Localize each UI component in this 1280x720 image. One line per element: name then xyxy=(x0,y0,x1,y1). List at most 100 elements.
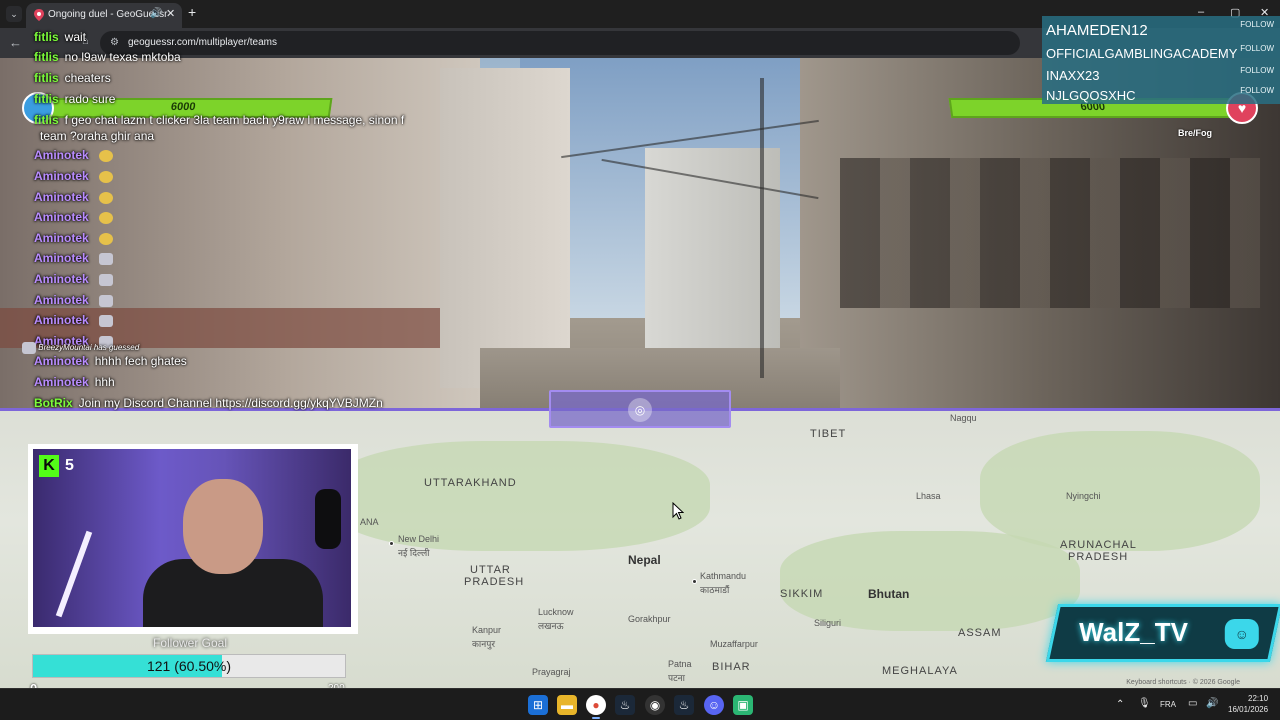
emote-icon xyxy=(98,232,113,245)
follow-username: AHAMEDEN12 xyxy=(1046,22,1148,39)
chat-username[interactable]: Aminotek xyxy=(34,375,89,389)
follower-goal-bar: 121 (60.50%) xyxy=(32,654,346,678)
back-arrow-icon[interactable]: ← xyxy=(9,35,22,50)
tab-search-button[interactable]: ⌄ xyxy=(6,6,22,22)
chat-username[interactable]: Aminotek xyxy=(34,148,89,162)
map-label-kanpur: Kanpur xyxy=(472,625,502,635)
chat-username[interactable]: fitlis xyxy=(34,30,59,44)
file-explorer-icon[interactable]: ▬ xyxy=(557,695,577,715)
map-label-uttarakhand: UTTARAKHAND xyxy=(424,477,517,489)
site-info-icon[interactable]: ⚙ xyxy=(110,37,119,48)
geoguessr-favicon-icon xyxy=(34,9,44,21)
follow-button[interactable]: FOLLOW xyxy=(1240,20,1274,29)
left-building-far xyxy=(440,68,570,388)
chat-username[interactable]: Aminotek xyxy=(34,313,89,327)
microphone-icon[interactable]: 🎙 xyxy=(1138,698,1151,709)
map-label-kanpur-hi: कानपुर xyxy=(472,639,496,649)
chat-username[interactable]: fitlis xyxy=(34,113,59,127)
kick-logo-icon: K xyxy=(39,455,59,477)
follow-username: INAXX23 xyxy=(1046,68,1100,83)
follow-button[interactable]: FOLLOW xyxy=(1240,44,1274,53)
map-city-dot xyxy=(692,579,697,584)
steam-icon[interactable]: ♨ xyxy=(615,695,635,715)
chat-username[interactable]: Aminotek xyxy=(34,210,89,224)
chat-message: Aminotek xyxy=(34,313,113,327)
windows-start-icon[interactable]: ⊞ xyxy=(528,695,548,715)
obs-icon[interactable]: ◉ xyxy=(645,695,665,715)
follow-item: INAXX23 FOLLOW xyxy=(1046,66,1276,86)
steam-alt-icon[interactable]: ♨ xyxy=(674,695,694,715)
map-city-dot xyxy=(389,541,394,546)
chat-message: Aminotek xyxy=(34,251,113,265)
follower-goal-text: 121 (60.50%) xyxy=(146,658,232,674)
avatar xyxy=(22,342,36,354)
chrome-icon[interactable]: ● xyxy=(586,695,606,715)
chat-username[interactable]: Aminotek xyxy=(34,293,89,307)
map-label-kathmandu: Kathmandu xyxy=(700,571,747,581)
close-icon[interactable]: ✕ xyxy=(166,7,175,20)
brand-banner: WalZ_TV ☺ xyxy=(1045,604,1280,662)
chat-username[interactable]: Aminotek xyxy=(34,272,89,286)
chat-username[interactable]: fitlis xyxy=(34,92,59,106)
chat-message: Aminotek hhhh fech ghates xyxy=(34,354,187,368)
chevron-up-icon[interactable]: ⌃ xyxy=(1116,699,1124,710)
chat-username[interactable]: Aminotek xyxy=(34,231,89,245)
chat-message: fitlis no l9aw texas mktoba xyxy=(34,50,181,64)
mouse-cursor-icon xyxy=(672,502,684,520)
map-terrain xyxy=(330,441,710,551)
compass-icon: ◎ xyxy=(628,398,652,422)
map-label-arunachal: ARUNACHAL xyxy=(1060,539,1137,551)
chat-message: Aminotek xyxy=(34,190,113,204)
chat-message: fitlis rado sure xyxy=(34,92,115,106)
microphone xyxy=(315,489,341,549)
follow-item: AHAMEDEN12 FOLLOW xyxy=(1046,20,1276,40)
language-indicator[interactable]: FRA xyxy=(1160,700,1176,709)
chat-text: wait xyxy=(64,30,87,44)
screen: ⌄ Ongoing duel - GeoGuessr 🔊 ✕ + – ▢ ✕ ←… xyxy=(0,0,1280,720)
map-label-muzaffarpur: Muzaffarpur xyxy=(710,639,758,649)
address-bar[interactable]: ⚙ geoguessr.com/multiplayer/teams xyxy=(100,31,1020,55)
follow-item: OFFICIALGAMBLINGACADEMY FOLLOW xyxy=(1046,44,1276,64)
right-team-name: Bre/Fog xyxy=(1178,128,1213,138)
chat-text: cheaters xyxy=(64,71,111,85)
map-label-gorakhpur: Gorakhpur xyxy=(628,614,671,624)
follow-username: OFFICIALGAMBLINGACADEMY xyxy=(1046,46,1238,61)
browser-tab-geoguessr[interactable]: Ongoing duel - GeoGuessr 🔊 ✕ xyxy=(26,3,182,28)
chat-message: Aminotek hhh xyxy=(34,375,115,389)
speaker-icon[interactable]: 🔊 xyxy=(150,8,162,19)
follow-item: NJLGQOSXHC FOLLOW xyxy=(1046,86,1276,106)
active-app-indicator xyxy=(592,717,600,719)
chat-text: f geo chat lazm t clicker 3la team bach … xyxy=(64,113,405,127)
streamer-head xyxy=(183,479,263,574)
chat-username[interactable]: Aminotek xyxy=(34,190,89,204)
chat-username[interactable]: fitlis xyxy=(34,50,59,64)
chat-username[interactable]: fitlis xyxy=(34,71,59,85)
clock-time[interactable]: 22:10 xyxy=(1248,694,1268,703)
map-label-siliguri: Siliguri xyxy=(814,618,842,628)
volume-icon[interactable]: 🔊 xyxy=(1206,698,1218,709)
chat-username[interactable]: Aminotek xyxy=(34,169,89,183)
network-icon[interactable]: ▭ xyxy=(1188,698,1197,709)
chat-username[interactable]: Aminotek xyxy=(34,251,89,265)
emote-icon xyxy=(98,191,113,204)
map-label-meghalaya: MEGHALAYA xyxy=(882,665,958,677)
chat-message: fitlis f geo chat lazm t clicker 3la team… xyxy=(34,113,404,127)
map-label-sikkim: SIKKIM xyxy=(780,588,824,600)
chat-message: Aminotek xyxy=(34,293,113,307)
follow-button[interactable]: FOLLOW xyxy=(1240,86,1274,95)
discord-app-icon[interactable]: ☺ xyxy=(704,695,724,715)
map-label-patna: Patna xyxy=(668,659,692,669)
chat-username[interactable]: Aminotek xyxy=(34,354,89,368)
plus-icon[interactable]: + xyxy=(188,4,196,20)
follow-button[interactable]: FOLLOW xyxy=(1240,66,1274,75)
clock-date[interactable]: 16/01/2026 xyxy=(1228,705,1268,714)
chat-username[interactable]: BotRix xyxy=(34,396,73,410)
map-label-lhasa: Lhasa xyxy=(916,491,941,501)
map-label-uttar: UTTAR xyxy=(470,564,511,576)
map-label-patna-hi: पटना xyxy=(668,673,685,683)
map-toggle-button[interactable]: ◎ xyxy=(549,390,731,428)
streamlabs-icon[interactable]: ▣ xyxy=(733,695,753,715)
map-terrain xyxy=(980,431,1260,551)
follower-goal-title: Follower Goal xyxy=(152,636,228,650)
guess-notice: BreezyMountai has guessed xyxy=(18,342,139,354)
